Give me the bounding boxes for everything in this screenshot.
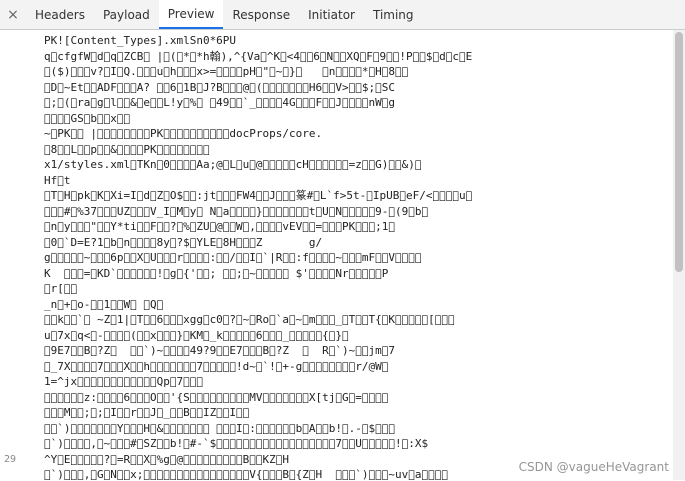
line-number — [0, 80, 20, 96]
tab-label: Timing — [373, 8, 414, 22]
preview-line:  0 `D=E?1 b n    8y ?$ YLE 8H   Z g/ — [44, 235, 673, 251]
preview-line: ~ PK   |        PK        docProps/cor… — [44, 126, 673, 142]
line-number — [0, 266, 20, 282]
tab-label: Response — [232, 8, 290, 22]
tab-timing[interactable]: Timing — [364, 0, 423, 29]
line-number — [0, 49, 20, 65]
preview-line: PK       ! [Content_Types].xml S n 0 … — [44, 33, 673, 49]
tab-response[interactable]: Response — [223, 0, 299, 29]
tab-payload[interactable]: Payload — [94, 0, 159, 29]
line-number — [0, 219, 20, 235]
devtools-tab-bar: × Headers Payload Preview Response Initi… — [0, 0, 685, 30]
tab-headers[interactable]: Headers — [26, 0, 94, 29]
preview-line: K    = KD`      ! g {'  ;   ; ~      $' … — [44, 266, 673, 282]
preview-line: q cfgfW d q ZCB  | ( * *h翰),^{Va ^K <4  … — [44, 49, 673, 65]
csdn-watermark: CSDN @vagueHeVagrant — [519, 460, 669, 474]
line-number — [0, 33, 20, 49]
preview-line:    # %37   UZ   V_I M y  N a    }       … — [44, 204, 673, 220]
line-number — [0, 204, 20, 220]
line-number — [0, 436, 20, 452]
tab-label: Payload — [103, 8, 150, 22]
preview-line: x1/styles.xml TKn 0    Aa;@ L u @     cH… — [44, 157, 673, 173]
preview-line: 1=^jx            Qp 7    — [44, 374, 673, 390]
preview-line:  r[   — [44, 281, 673, 297]
scrollbar-thumb[interactable] — [675, 32, 683, 272]
preview-line:     GS b  x   — [44, 111, 673, 127]
vertical-scrollbar[interactable] — [673, 30, 685, 480]
preview-line:   k  `  ~Z 1| T  6   xgg c0 ? ~ Ro `a ~ … — [44, 312, 673, 328]
line-number-gutter: 29 — [0, 30, 20, 480]
preview-line:  `)    , ~   # SZ  b! #-`$              … — [44, 436, 673, 452]
preview-line:  9E7  B ?Z    `)~    49?9  E7   B ?Z   R… — [44, 343, 673, 359]
line-number — [0, 467, 20, 480]
tab-label: Preview — [168, 7, 215, 21]
line-number — [0, 328, 20, 344]
close-icon[interactable]: × — [0, 0, 26, 29]
preview-line: Hf t — [44, 173, 673, 189]
tab-initiator[interactable]: Initiator — [299, 0, 364, 29]
preview-line: g     ~   6p  X U   r    :  /  I `|R  :f… — [44, 250, 673, 266]
preview-line:   `)       Y   H &           I :      b … — [44, 421, 673, 437]
line-number — [0, 374, 20, 390]
preview-line:       z:    6   O  '{S         MV       … — [44, 390, 673, 406]
line-number — [0, 235, 20, 251]
close-glyph: × — [7, 7, 19, 23]
line-number — [0, 421, 20, 437]
preview-line:  T H pk K Xi=I d Z O$  :jt   FW4  J   篆#… — [44, 188, 673, 204]
line-number — [0, 405, 20, 421]
line-number — [0, 250, 20, 266]
line-number — [0, 343, 20, 359]
line-number — [0, 188, 20, 204]
tab-label: Initiator — [308, 8, 355, 22]
line-number — [0, 157, 20, 173]
preview-line:  8  L  p  &    PK       — [44, 142, 673, 158]
line-number — [0, 390, 20, 406]
response-preview-text[interactable]: PK       ! [Content_Types].xml S n 0 … — [44, 33, 673, 480]
line-number — [0, 312, 20, 328]
preview-line:  n y   "  Y*ti  F  ? % ZU @  W ,    vEV … — [44, 219, 673, 235]
preview-line:  ($)   v? I Q.   u h   x>=    pH " ~ }  … — [44, 64, 673, 80]
line-number — [0, 142, 20, 158]
line-number — [0, 359, 20, 375]
line-number — [0, 281, 20, 297]
line-number — [0, 95, 20, 111]
preview-line:    M  ; ; I  r  J _  B  IZ  I   — [44, 405, 673, 421]
tab-preview[interactable]: Preview — [159, 0, 224, 29]
preview-line:  D ~Et  ADF   A?   6 1B J?B   @ (       … — [44, 80, 673, 96]
preview-line: u 7x q< -    (  x   } KM _k     6   _   … — [44, 328, 673, 344]
preview-line: _n + o-  1  W   Q  — [44, 297, 673, 313]
tab-label: Headers — [35, 8, 85, 22]
preview-line:  ; ( ra g l  & e  L!y %   49  `_    4G  … — [44, 95, 673, 111]
line-number — [0, 64, 20, 80]
line-number — [0, 297, 20, 313]
line-number: 29 — [0, 452, 20, 468]
line-number — [0, 173, 20, 189]
line-number — [0, 126, 20, 142]
preview-line:  _7X    7   X  h       7     !d~ `! +-g … — [44, 359, 673, 375]
preview-pane[interactable]: 29 PK       ! [Content_Types].xml S n… — [0, 30, 685, 480]
line-number — [0, 111, 20, 127]
